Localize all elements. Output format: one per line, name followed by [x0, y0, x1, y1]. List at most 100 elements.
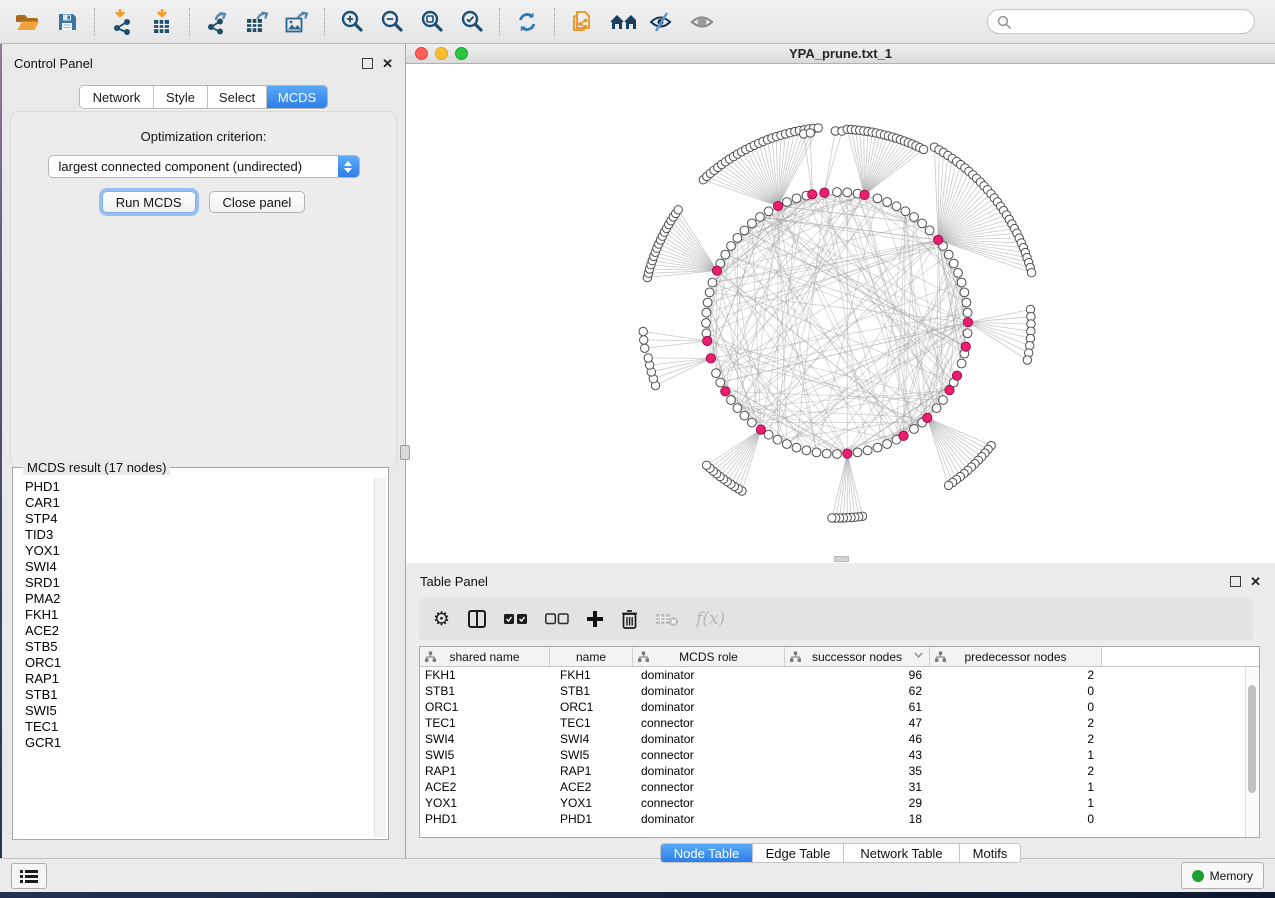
result-scrollbar[interactable]	[374, 478, 386, 837]
mcds-hub-node[interactable]	[952, 371, 961, 380]
delete-column-button[interactable]	[621, 606, 638, 632]
ring-node[interactable]	[802, 446, 811, 455]
ring-node[interactable]	[901, 207, 910, 216]
ring-node[interactable]	[792, 194, 801, 203]
tab-mcds[interactable]: MCDS	[267, 86, 327, 108]
criterion-dropdown[interactable]: largest connected component (undirected)	[48, 155, 360, 178]
result-item[interactable]: STP4	[25, 511, 388, 527]
mcds-hub-node[interactable]	[706, 354, 715, 363]
mcds-hub-node[interactable]	[934, 235, 943, 244]
column-header-MCDS-role[interactable]: MCDS role	[633, 647, 785, 666]
result-item[interactable]: PHD1	[25, 479, 388, 495]
mcds-hub-node[interactable]	[843, 449, 852, 458]
ring-node[interactable]	[783, 440, 792, 449]
run-mcds-button[interactable]: Run MCDS	[102, 191, 196, 213]
ring-node[interactable]	[918, 219, 927, 228]
mcds-hub-node[interactable]	[774, 201, 783, 210]
column-header-name[interactable]: name	[550, 647, 633, 666]
mcds-hub-node[interactable]	[756, 425, 765, 434]
table-row[interactable]: SWI5SWI5connector431	[420, 747, 1246, 763]
leaf-node[interactable]	[639, 327, 647, 335]
export-image-button[interactable]	[283, 8, 311, 36]
table-scrollbar[interactable]	[1245, 667, 1259, 837]
ring-node[interactable]	[773, 435, 782, 444]
ring-node[interactable]	[963, 329, 972, 338]
ring-node[interactable]	[748, 418, 757, 427]
panel-splitter-handle[interactable]	[400, 445, 410, 460]
ring-node[interactable]	[957, 359, 966, 368]
result-item[interactable]: SWI5	[25, 703, 388, 719]
ring-node[interactable]	[892, 202, 901, 211]
close-table-panel-button[interactable]: ✕	[1250, 577, 1261, 586]
select-all-button[interactable]	[504, 606, 528, 632]
result-item[interactable]: STB1	[25, 687, 388, 703]
ring-node[interactable]	[963, 308, 972, 317]
leaf-node[interactable]	[641, 344, 649, 352]
ring-node[interactable]	[833, 450, 842, 459]
table-settings-button[interactable]: ⚙	[433, 606, 450, 632]
mcds-hub-node[interactable]	[945, 386, 954, 395]
zoom-fit-button[interactable]	[418, 8, 446, 36]
table-row[interactable]: FKH1FKH1dominator962	[420, 667, 1246, 683]
ring-node[interactable]	[756, 213, 765, 222]
leaf-node[interactable]	[814, 124, 822, 132]
ring-node[interactable]	[740, 226, 749, 235]
table-row[interactable]: PHD1PHD1dominator180	[420, 811, 1246, 827]
mcds-hub-node[interactable]	[721, 387, 730, 396]
leaf-node[interactable]	[702, 461, 710, 469]
show-columns-button[interactable]	[467, 606, 487, 632]
ring-node[interactable]	[702, 319, 711, 328]
mcds-hub-node[interactable]	[820, 188, 829, 197]
function-builder-button[interactable]: f(x)	[696, 606, 725, 632]
ring-node[interactable]	[708, 278, 717, 287]
create-column-button[interactable]	[586, 606, 604, 632]
result-item[interactable]: TEC1	[25, 719, 388, 735]
ring-node[interactable]	[939, 396, 948, 405]
network-canvas[interactable]	[406, 64, 1275, 563]
ring-node[interactable]	[883, 440, 892, 449]
result-item[interactable]: ORC1	[25, 655, 388, 671]
open-file-button[interactable]	[13, 8, 41, 36]
ring-node[interactable]	[702, 308, 711, 317]
result-item[interactable]: RAP1	[25, 671, 388, 687]
save-session-button[interactable]	[53, 8, 81, 36]
ring-node[interactable]	[792, 443, 801, 452]
ring-node[interactable]	[957, 278, 966, 287]
leaf-node[interactable]	[1023, 356, 1031, 364]
search-input[interactable]	[1016, 14, 1245, 30]
tab-motifs[interactable]: Motifs	[960, 844, 1020, 862]
ring-node[interactable]	[727, 396, 736, 405]
result-item[interactable]: PMA2	[25, 591, 388, 607]
table-row[interactable]: RAP1RAP1dominator352	[420, 763, 1246, 779]
apply-layout-button[interactable]	[513, 8, 541, 36]
ring-node[interactable]	[716, 378, 725, 387]
result-item[interactable]: YOX1	[25, 543, 388, 559]
ring-node[interactable]	[962, 298, 971, 307]
ring-node[interactable]	[740, 411, 749, 420]
table-scrollbar-thumb[interactable]	[1248, 685, 1256, 793]
column-header-shared-name[interactable]: shared name	[420, 647, 550, 666]
mcds-hub-node[interactable]	[712, 266, 721, 275]
tab-network[interactable]: Network	[80, 86, 154, 108]
mcds-hub-node[interactable]	[963, 318, 972, 327]
table-row[interactable]: YOX1YOX1connector291	[420, 795, 1246, 811]
table-row[interactable]: ACE2ACE2connector311	[420, 779, 1246, 795]
ring-node[interactable]	[733, 404, 742, 413]
ring-node[interactable]	[910, 425, 919, 434]
mcds-hub-node[interactable]	[703, 336, 712, 345]
float-table-panel-button[interactable]	[1230, 576, 1241, 587]
zoom-selected-button[interactable]	[458, 8, 486, 36]
close-panel-button[interactable]: ✕	[382, 59, 393, 68]
ring-node[interactable]	[822, 449, 831, 458]
tab-style[interactable]: Style	[154, 86, 208, 108]
mcds-hub-node[interactable]	[899, 431, 908, 440]
ring-node[interactable]	[932, 404, 941, 413]
zoom-in-button[interactable]	[338, 8, 366, 36]
tab-network-table[interactable]: Network Table	[844, 844, 960, 862]
leaf-node[interactable]	[644, 354, 652, 362]
result-item[interactable]: SRD1	[25, 575, 388, 591]
ring-node[interactable]	[703, 298, 712, 307]
export-table-button[interactable]	[243, 8, 271, 36]
show-graphics-details-button[interactable]	[688, 8, 716, 36]
zoom-out-button[interactable]	[378, 8, 406, 36]
